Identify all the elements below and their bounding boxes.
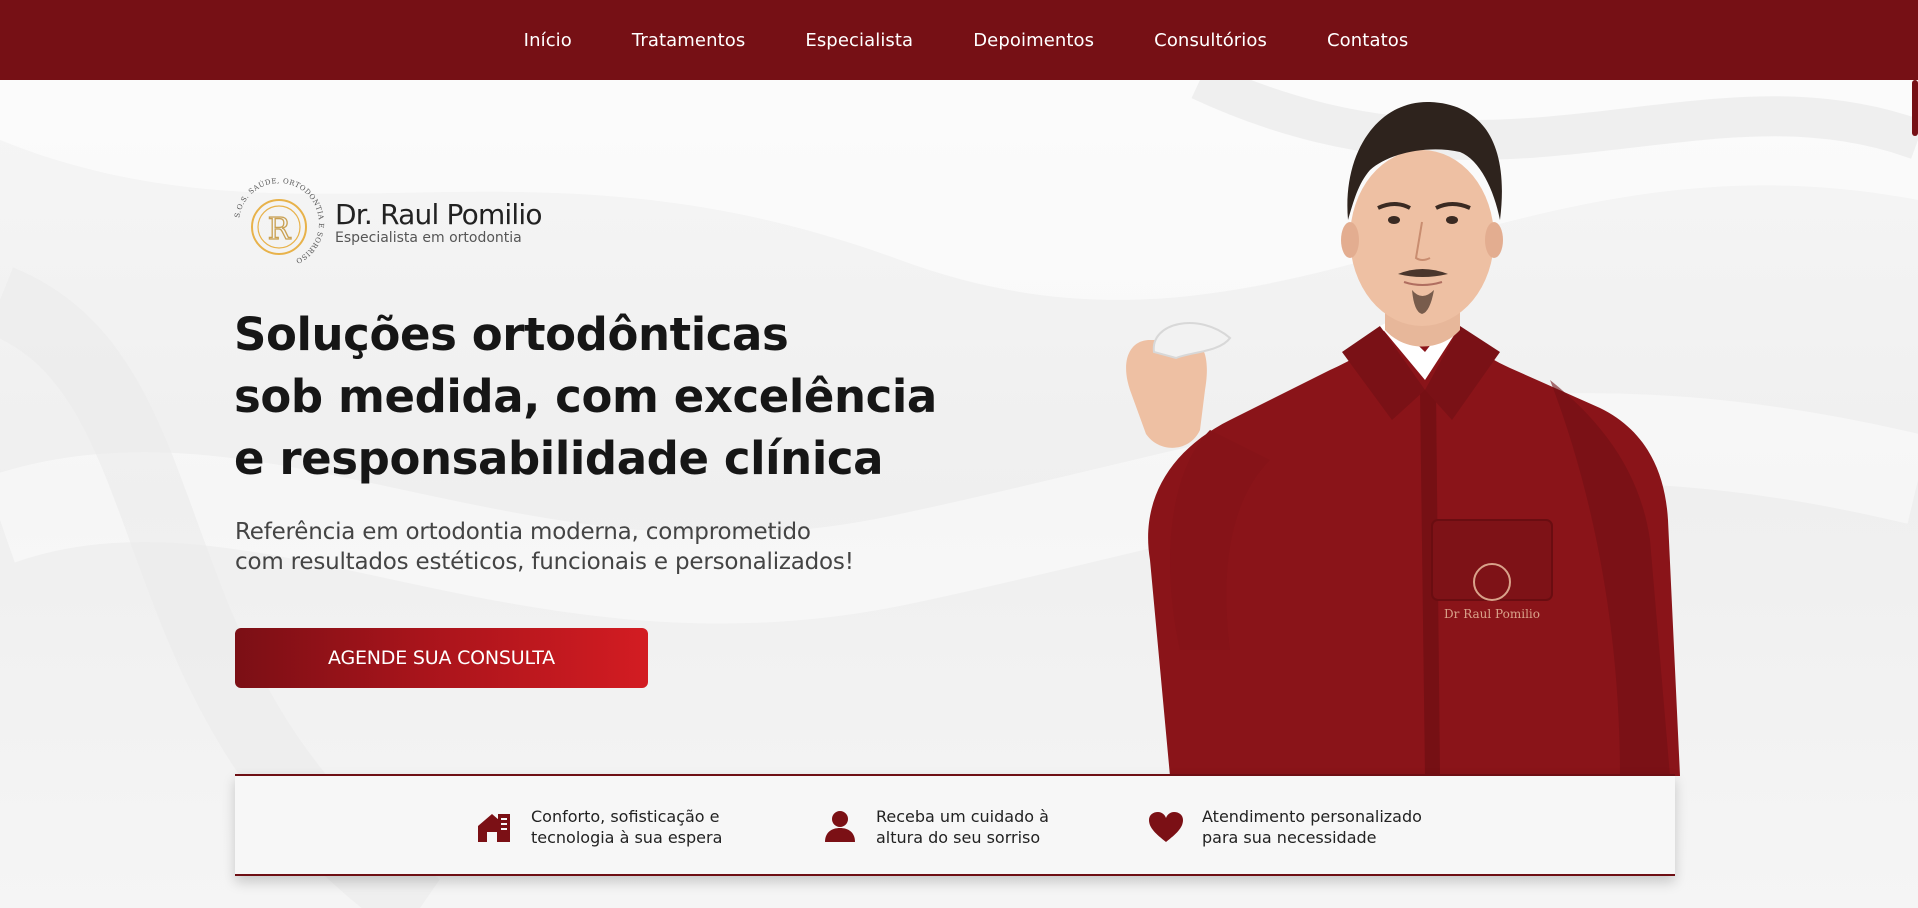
brand-name: Dr. Raul Pomilio (335, 198, 543, 231)
feature-line: Conforto, sofisticação e (531, 807, 720, 826)
person-icon (820, 807, 860, 847)
feature-line: Receba um cuidado à (876, 807, 1049, 826)
brand: S.O.S. SAÚDE, ORTODONTIA E SORRISO R Dr.… (233, 177, 542, 269)
headline-line: e responsabilidade clínica (234, 432, 884, 485)
feature-text: Receba um cuidado à altura do seu sorris… (876, 806, 1049, 848)
headline-line: Soluções ortodônticas (234, 308, 789, 361)
feature-line: tecnologia à sua espera (531, 828, 723, 847)
page-scrollbar[interactable] (1910, 80, 1918, 908)
headline-line: sob medida, com excelência (234, 370, 937, 423)
schedule-appointment-button[interactable]: AGENDE SUA CONSULTA (235, 628, 648, 688)
nav-item-especialista[interactable]: Especialista (805, 30, 913, 51)
brand-text: Dr. Raul Pomilio Especialista em ortodon… (335, 198, 543, 247)
feature-line: Atendimento personalizado (1202, 807, 1422, 826)
hero-lead: Referência em ortodontia moderna, compro… (235, 517, 854, 577)
hero-headline: Soluções ortodônticas sob medida, com ex… (234, 304, 937, 490)
svg-text:R: R (268, 212, 292, 247)
lead-line: com resultados estéticos, funcionais e p… (235, 549, 854, 575)
feature-line: altura do seu sorriso (876, 828, 1041, 847)
nav-item-contatos[interactable]: Contatos (1327, 30, 1408, 51)
doctor-photo: Dr Raul Pomilio (1126, 101, 1680, 776)
feature-text: Conforto, sofisticação e tecnologia à su… (531, 806, 722, 848)
nav-menu: Início Tratamentos Especialista Depoimen… (524, 30, 1409, 51)
svg-text:Dr Raul Pomilio: Dr Raul Pomilio (1444, 607, 1540, 621)
lead-line: Referência em ortodontia moderna, compro… (235, 519, 811, 545)
feature-comfort: Conforto, sofisticação e tecnologia à su… (475, 806, 722, 848)
nav-item-inicio[interactable]: Início (524, 30, 572, 51)
feature-text: Atendimento personalizado para sua neces… (1202, 806, 1422, 848)
top-navigation: Início Tratamentos Especialista Depoimen… (0, 0, 1918, 80)
clinic-building-icon (475, 807, 515, 847)
feature-personalized: Atendimento personalizado para sua neces… (1146, 806, 1422, 848)
brand-logo-icon: S.O.S. SAÚDE, ORTODONTIA E SORRISO R (233, 177, 324, 265)
brand-subtitle: Especialista em ortodontia (335, 230, 522, 246)
feature-care: Receba um cuidado à altura do seu sorris… (820, 806, 1049, 848)
feature-line: para sua necessidade (1202, 828, 1377, 847)
features-bar: Conforto, sofisticação e tecnologia à su… (235, 774, 1675, 876)
heart-icon (1146, 807, 1186, 847)
scrollbar-thumb[interactable] (1912, 80, 1918, 136)
page: Início Tratamentos Especialista Depoimen… (0, 0, 1918, 908)
nav-item-tratamentos[interactable]: Tratamentos (632, 30, 745, 51)
nav-item-consultorios[interactable]: Consultórios (1154, 30, 1267, 51)
nav-item-depoimentos[interactable]: Depoimentos (973, 30, 1094, 51)
